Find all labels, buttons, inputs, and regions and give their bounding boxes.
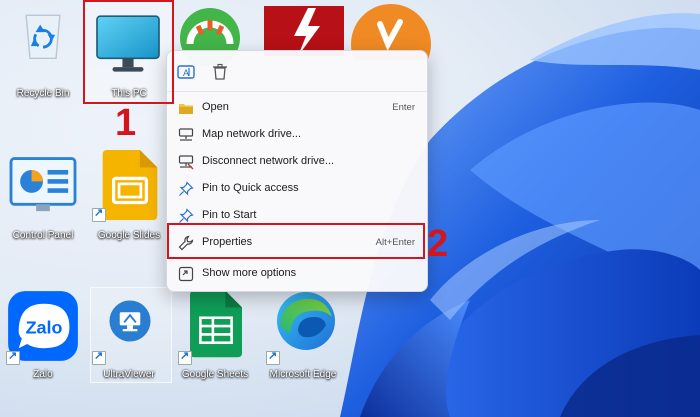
menu-item-disconnect-network-drive[interactable]: Disconnect network drive... <box>171 150 423 174</box>
svg-text:Zalo: Zalo <box>26 317 63 337</box>
menu-item-label: Open <box>202 101 229 113</box>
google-slides-icon <box>102 150 158 220</box>
highlight-box-this-pc <box>83 0 174 104</box>
desktop-icon-label: Microsoft Edge <box>269 369 337 380</box>
ultraviewer-icon <box>109 300 151 342</box>
desktop-icon-label: Zalo <box>33 369 53 380</box>
desktop-icon-label: Google Slides <box>97 230 161 241</box>
step-marker-2: 2 <box>427 223 449 265</box>
rename-icon: A <box>177 65 195 79</box>
control-panel-icon <box>9 157 77 212</box>
disconnect-drive-icon <box>178 155 194 170</box>
menu-item-label: Disconnect network drive... <box>202 155 335 167</box>
svg-text:A: A <box>183 68 189 78</box>
recycle-bin-icon <box>25 14 61 59</box>
shortcut-arrow-icon <box>266 349 280 365</box>
rename-button[interactable]: A <box>175 61 197 83</box>
delete-button[interactable] <box>209 61 231 83</box>
desktop-icon-zalo[interactable]: Zalo Zalo <box>2 285 84 385</box>
menu-item-shortcut: Enter <box>392 102 415 113</box>
menu-item-pin-quick-access[interactable]: Pin to Quick access <box>171 177 423 201</box>
desktop-icon-google-sheets[interactable]: Google Sheets <box>174 285 256 385</box>
menu-item-open[interactable]: Open Enter <box>171 96 423 120</box>
folder-open-icon <box>179 104 193 114</box>
shortcut-arrow-icon <box>92 349 106 365</box>
step-marker-1: 1 <box>115 102 137 144</box>
desktop-icon-label: UltraViewer <box>103 369 155 380</box>
menu-item-label: Map network drive... <box>202 128 302 140</box>
desktop-icon-control-panel[interactable]: Control Panel <box>2 150 84 245</box>
desktop-icon-ultraviewer[interactable]: UltraViewer <box>88 285 170 385</box>
desktop-icon-label: Google Sheets <box>181 369 249 380</box>
shortcut-arrow-icon <box>6 349 20 365</box>
more-options-icon <box>178 266 194 282</box>
shortcut-arrow-icon <box>92 206 106 222</box>
microsoft-edge-icon <box>277 292 335 350</box>
network-drive-icon <box>178 128 194 141</box>
highlight-box-properties <box>167 223 425 259</box>
trash-icon <box>213 63 227 80</box>
desktop-icon-microsoft-edge[interactable]: Microsoft Edge <box>262 285 344 385</box>
desktop-icon-recycle-bin[interactable]: Recycle Bin <box>2 0 84 104</box>
shortcut-arrow-icon <box>178 349 192 365</box>
pin-icon <box>179 181 194 196</box>
google-sheets-icon <box>190 290 242 358</box>
menu-item-label: Pin to Quick access <box>202 182 299 194</box>
pin-icon <box>179 208 194 223</box>
menu-item-label: Pin to Start <box>202 209 257 221</box>
desktop-icon-label: Control Panel <box>12 230 74 241</box>
app-icon-partial[interactable] <box>264 6 344 56</box>
menu-item-map-network-drive[interactable]: Map network drive... <box>171 123 423 147</box>
desktop-icon-label: Recycle Bin <box>16 88 70 99</box>
menu-item-label: Show more options <box>202 267 297 279</box>
menu-item-show-more-options[interactable]: Show more options <box>171 262 423 286</box>
desktop[interactable]: Recycle Bin This PC Control Panel ↗ Goog… <box>0 0 700 417</box>
menu-separator <box>167 91 427 92</box>
desktop-icon-google-slides[interactable]: Google Slides <box>88 150 170 245</box>
